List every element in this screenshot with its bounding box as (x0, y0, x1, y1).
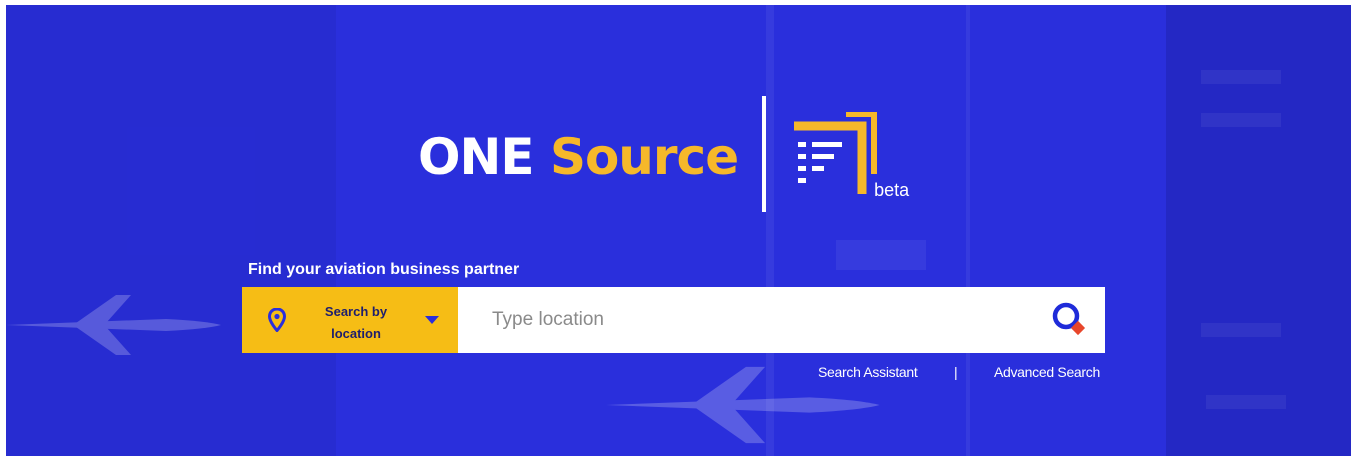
logo-divider (762, 95, 767, 212)
brand-logo: ONE Source beta (418, 91, 922, 216)
beta-badge: beta (874, 179, 910, 200)
logo-wordmark: ONE Source (418, 132, 739, 182)
background-texture (1201, 323, 1281, 337)
background-texture (1201, 70, 1281, 84)
list-document-icon: beta (792, 98, 922, 210)
logo-word-one: ONE (418, 127, 535, 186)
search-mode-label: Search by location (324, 304, 388, 341)
search-icon (1052, 302, 1086, 336)
search-button[interactable] (1045, 287, 1105, 353)
search-assistant-link[interactable]: Search Assistant (818, 364, 918, 380)
logo-word-source: Source (549, 127, 739, 186)
chevron-down-icon (425, 316, 439, 324)
advanced-search-link[interactable]: Advanced Search (994, 364, 1100, 380)
background-texture (836, 240, 926, 270)
location-search-input[interactable] (458, 287, 1045, 353)
link-separator: | (954, 364, 958, 380)
background-texture (1201, 113, 1281, 127)
search-mode-dropdown[interactable]: Search by location (242, 287, 458, 353)
background-texture (1206, 395, 1286, 409)
background-texture (6, 5, 336, 456)
search-links: Search Assistant | Advanced Search (818, 364, 1100, 380)
tagline: Find your aviation business partner (248, 261, 520, 278)
search-bar: Search by location (242, 287, 1105, 353)
map-pin-icon (268, 308, 286, 332)
hero-banner: ONE Source beta Find your aviation busin (6, 5, 1351, 456)
airplane-silhouette-icon (6, 295, 221, 355)
background-texture (966, 5, 970, 456)
